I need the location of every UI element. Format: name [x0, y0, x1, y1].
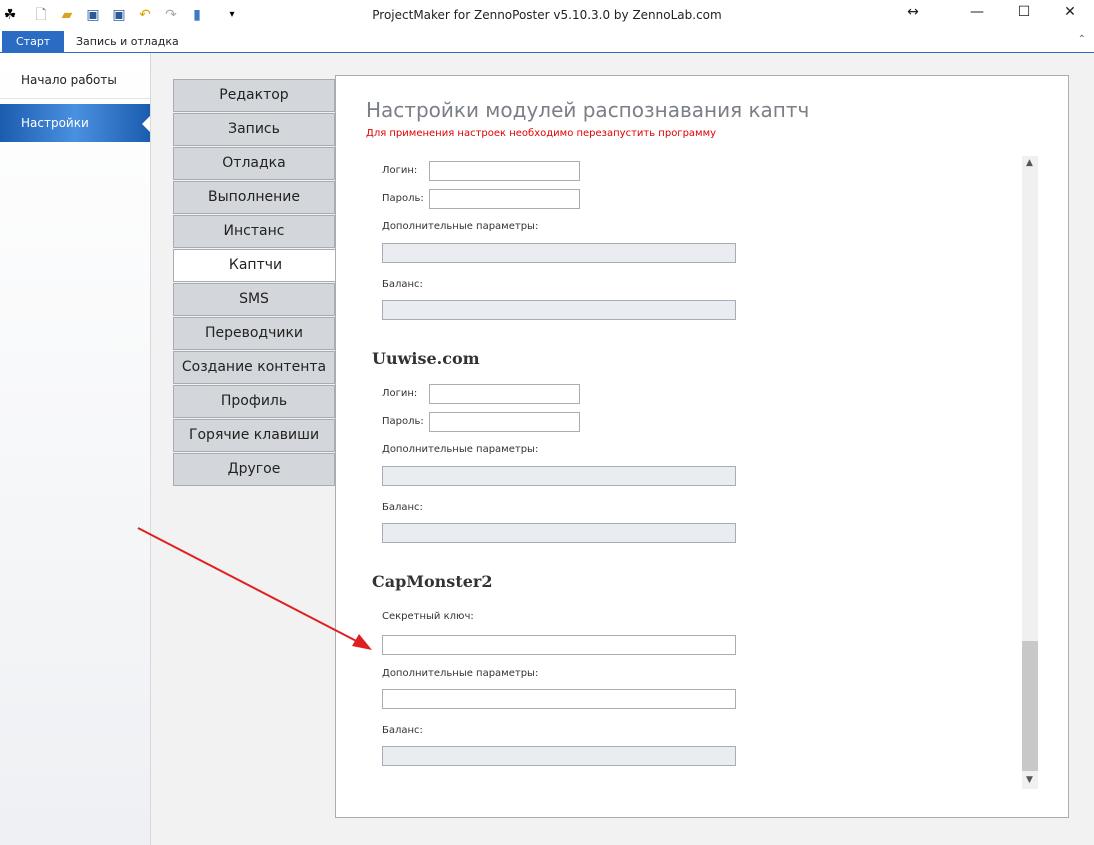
annotation-arrow: [137, 527, 372, 650]
